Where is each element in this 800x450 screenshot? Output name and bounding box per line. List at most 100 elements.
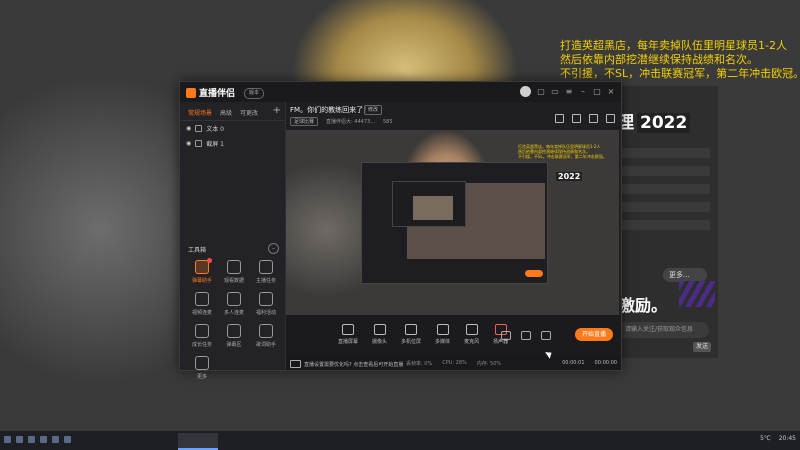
stream-preview[interactable]: 打造英超黑店，每年卖掉队伍里明星球员1-2人 然后依靠内部挖潜继续保持战绩和名次… (286, 130, 619, 315)
avatar[interactable] (520, 86, 531, 97)
status-tip[interactable]: 直播设置需要优化吗? 点击查看后可开始直播 (290, 360, 403, 368)
source-item[interactable]: ◉ 截屏 1 (180, 136, 285, 151)
category-tag[interactable]: 足球比赛 (290, 117, 319, 126)
notification-icon[interactable] (606, 114, 615, 123)
status-bar: 直播设置需要优化吗? 点击查看后可开始直播 丢帧率: 0% CPU: 28% 内… (286, 356, 621, 370)
tool-item[interactable]: 多人连麦 (218, 292, 250, 316)
tool-item[interactable]: 弹幕区 (218, 324, 250, 348)
tool-item[interactable]: 成长任务 (186, 324, 218, 348)
app-icon[interactable] (64, 436, 71, 443)
camera-button[interactable]: 摄像头 (372, 324, 387, 345)
placeholder-bar (619, 166, 710, 176)
more-select[interactable]: 更多... (663, 268, 707, 282)
bb-tool-label: 麦克风 (464, 339, 480, 345)
source-item[interactable]: ◉ 文本 0 (180, 121, 285, 136)
tab-scene-normal[interactable]: 常规场景 (188, 108, 212, 117)
bb-tool-label: 多媒体 (435, 339, 451, 345)
danmaku-icon (195, 258, 212, 274)
secondary-window: 理 2022 更多... 激励。 请输入关注/获取观众信息 发送 (612, 86, 718, 358)
preview-caption: 打造英超黑店，每年卖掉队伍里明星球员1-2人 然后依靠内部挖潜继续保持战绩和名次… (518, 144, 608, 159)
tool-label: 观看数据 (223, 278, 244, 284)
tab-scene-editable[interactable]: 可更改 (240, 108, 258, 117)
tool-label: 弹幕助手 (191, 278, 212, 284)
bb-tool-label: 摄像头 (372, 339, 388, 345)
multi-link-icon (227, 292, 241, 306)
secondary-title-year: 2022 (637, 113, 691, 133)
tab-scene-advanced[interactable]: 高级 (220, 108, 232, 117)
record-timer: 00:00:00 (594, 360, 617, 366)
tool-label: 更多 (196, 374, 207, 380)
tool-item[interactable]: 更多 (186, 356, 218, 380)
secondary-window-title: 理 2022 (617, 108, 691, 133)
version-badge[interactable]: 版本 (244, 88, 265, 99)
play-icon (436, 324, 449, 335)
minimize-icon[interactable]: – (579, 87, 587, 96)
eye-icon[interactable]: ◉ (186, 125, 191, 132)
source-label: 文本 0 (206, 126, 224, 133)
tool-label: 弹幕区 (226, 342, 242, 348)
growth-icon (195, 324, 209, 338)
tray-weather[interactable]: 5℃ (760, 435, 771, 442)
bb-tool-label: 直播屏幕 (338, 339, 359, 345)
message-input[interactable]: 请输入关注/获取观众信息 (617, 322, 709, 338)
tool-item[interactable]: 福利活动 (250, 292, 282, 316)
tool-item[interactable]: 主播任务 (250, 260, 282, 284)
microphone-button[interactable]: 麦克风 (464, 324, 479, 345)
browser-icon[interactable] (40, 436, 47, 443)
edit-title-button[interactable]: 修改 (364, 105, 383, 115)
title-bar: 直播伴侣 版本 ▢ ▭ ≡ – □ × (180, 82, 621, 102)
badge-dot (207, 258, 212, 263)
record-controls (501, 331, 551, 340)
cta-text: 激励。 (619, 296, 668, 315)
comment-icon (227, 324, 241, 338)
speed-icon (290, 360, 301, 368)
start-icon[interactable] (4, 436, 11, 443)
folder-icon[interactable] (52, 436, 59, 443)
window-controls: ▢ ▭ ≡ – □ × (520, 86, 615, 97)
media-button[interactable]: 多媒体 (435, 324, 450, 345)
placeholder-bar (619, 202, 710, 212)
message-icon[interactable]: ▭ (551, 87, 559, 96)
close-icon[interactable]: × (607, 87, 615, 96)
lock-icon[interactable] (195, 125, 203, 132)
record-icon[interactable] (501, 331, 511, 340)
add-scene-icon[interactable]: + (273, 105, 281, 116)
settings-icon[interactable] (589, 114, 598, 123)
app-name: 直播伴侣 (199, 89, 236, 99)
header-actions (555, 114, 615, 123)
gift-icon[interactable] (555, 114, 564, 123)
screen-capture-button[interactable]: 直播屏幕 (338, 324, 358, 345)
start-live-button[interactable]: 开始直播 (575, 328, 613, 341)
nested-golive-button (525, 270, 543, 277)
skin-icon[interactable]: ▢ (537, 87, 545, 96)
room-title: FM。你们的教练回来了！ (290, 106, 371, 114)
send-button[interactable]: 发送 (693, 342, 711, 352)
eye-icon[interactable]: ◉ (186, 140, 191, 147)
tool-item[interactable]: 歌词助手 (250, 324, 282, 348)
app-logo: 直播伴侣 (186, 86, 235, 99)
performance-stats: 丢帧率: 0% CPU: 28% 内存: 50% (406, 360, 501, 367)
taskbar-icons (4, 436, 71, 443)
tool-item[interactable]: 视频连麦 (186, 292, 218, 316)
room-meta: 足球比赛 直播伴侣大: 44473... 585 (290, 117, 393, 126)
nested-app-preview (392, 181, 466, 227)
multi-screen-button[interactable]: 多机位屏 (401, 324, 421, 345)
taskbar-active-app[interactable] (178, 433, 218, 450)
share-icon[interactable] (572, 114, 581, 123)
maximize-icon[interactable]: □ (593, 87, 601, 96)
preview-icon[interactable] (521, 331, 531, 340)
toolbox-collapse-icon[interactable]: – (268, 243, 279, 254)
stat-dropped: 丢帧率: 0% (406, 361, 433, 367)
source-buttons: 直播屏幕 摄像头 多机位屏 多媒体 麦克风 扬声器 (338, 324, 508, 345)
task-icon (259, 260, 273, 274)
tray-clock[interactable]: 20:45 (779, 435, 796, 442)
settings-icon[interactable] (541, 331, 551, 340)
lock-icon[interactable] (195, 140, 203, 147)
menu-icon[interactable]: ≡ (565, 87, 573, 96)
tool-item[interactable]: 弹幕助手 (186, 258, 218, 284)
room-stat: 直播伴侣大: 44473... (326, 119, 375, 125)
left-panel: 常规场景 高级 可更改 + ◉ 文本 0 ◉ 截屏 1 工具箱 – 弹幕助手 观… (180, 102, 286, 380)
search-icon[interactable] (16, 436, 23, 443)
task-view-icon[interactable] (28, 436, 35, 443)
tool-item[interactable]: 观看数据 (218, 260, 250, 284)
